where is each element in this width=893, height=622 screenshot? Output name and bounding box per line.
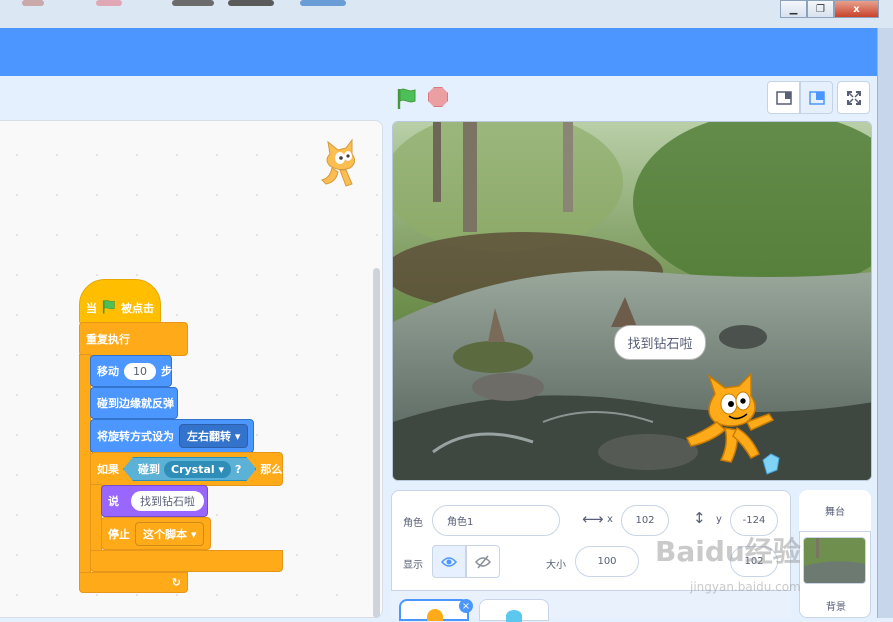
x-position-input[interactable]: 102 bbox=[621, 505, 669, 536]
stop-label: 停止 bbox=[108, 527, 130, 541]
steps-input[interactable]: 10 bbox=[124, 362, 156, 380]
close-button[interactable]: x bbox=[834, 0, 879, 18]
block-when-label: 当 bbox=[86, 302, 97, 315]
then-label: 那么 bbox=[260, 463, 283, 476]
menu-bar bbox=[0, 28, 877, 76]
rotation-style-dropdown[interactable]: 左右翻转 ▾ bbox=[179, 424, 249, 448]
size-input[interactable]: 100 bbox=[575, 546, 639, 577]
script-scrollbar[interactable] bbox=[373, 268, 380, 618]
window-frame bbox=[877, 28, 893, 618]
current-sprite-icon bbox=[316, 138, 364, 190]
hide-eye-icon[interactable] bbox=[466, 545, 500, 578]
visibility-toggle bbox=[432, 545, 500, 578]
taskbar-item bbox=[228, 0, 274, 6]
restore-icon[interactable]: ❐ bbox=[807, 0, 834, 18]
window-controls: ▁ ❐ x bbox=[780, 0, 879, 18]
stream-backdrop bbox=[393, 122, 871, 480]
taskbar-item bbox=[172, 0, 214, 6]
say-text-input[interactable]: 找到钻石啦 bbox=[131, 491, 204, 511]
small-stage-icon[interactable] bbox=[767, 81, 800, 114]
show-label: 显示 bbox=[403, 560, 423, 571]
loop-arrow-icon: ↻ bbox=[171, 576, 181, 589]
forever-label: 重复执行 bbox=[86, 333, 130, 346]
touching-block[interactable]: 碰到 Crystal ▾ ? bbox=[123, 457, 256, 481]
say-block[interactable]: 说 找到钻石啦 bbox=[101, 485, 208, 517]
fullscreen-icon[interactable] bbox=[837, 81, 870, 114]
green-flag-icon[interactable] bbox=[395, 87, 419, 111]
green-flag-icon bbox=[101, 299, 117, 318]
stage[interactable] bbox=[392, 121, 872, 481]
taskbar-item bbox=[96, 0, 122, 6]
speech-bubble: 找到钻石啦 bbox=[614, 325, 706, 360]
when-flag-clicked-block[interactable]: 当 被点击 bbox=[79, 279, 161, 325]
if-then-block[interactable]: 如果 碰到 Crystal ▾ ? 那么 bbox=[90, 452, 283, 486]
forever-block[interactable]: 重复执行 bbox=[79, 322, 188, 356]
set-rotation-style-block[interactable]: 将旋转方式设为 左右翻转 ▾ bbox=[90, 419, 254, 453]
backdrop-label: 背景 bbox=[826, 602, 846, 613]
stop-icon[interactable] bbox=[428, 87, 450, 109]
taskbar-item bbox=[22, 0, 44, 6]
say-label: 说 bbox=[108, 495, 119, 508]
move-label: 移动 bbox=[97, 365, 119, 378]
y-arrows-icon: ↕ bbox=[693, 509, 706, 527]
size-label: 大小 bbox=[546, 560, 566, 571]
sprite-name-input[interactable]: 角色1 bbox=[432, 505, 560, 536]
title-bar: ▁ ❐ x bbox=[0, 0, 893, 28]
crystal-thumbnail-icon bbox=[506, 610, 522, 622]
y-label: y bbox=[716, 514, 722, 525]
minimize-icon[interactable]: ▁ bbox=[780, 0, 807, 18]
if-label: 如果 bbox=[97, 463, 119, 476]
sprite-name-label: 角色 bbox=[403, 518, 423, 529]
y-position-input[interactable]: -124 bbox=[730, 505, 778, 536]
speech-text: 找到钻石啦 bbox=[627, 337, 693, 352]
move-steps-block[interactable]: 移动 10 步 bbox=[90, 355, 172, 387]
if-block-bottom bbox=[90, 550, 283, 572]
backdrop-thumbnail[interactable] bbox=[803, 537, 866, 584]
show-eye-icon[interactable] bbox=[432, 545, 466, 578]
stop-block[interactable]: 停止 这个脚本 ▾ bbox=[101, 517, 211, 550]
block-clicked-label: 被点击 bbox=[121, 302, 154, 315]
rotation-label: 将旋转方式设为 bbox=[97, 430, 174, 443]
stage-selector-title: 舞台 bbox=[799, 490, 871, 532]
direction-input[interactable]: 102 bbox=[730, 546, 778, 577]
cat-thumbnail-icon bbox=[427, 609, 443, 621]
stage-layout-toggle bbox=[767, 81, 870, 114]
x-arrows-icon: ⟷ bbox=[582, 510, 604, 528]
x-label: x bbox=[607, 514, 613, 525]
touching-target-dropdown[interactable]: Crystal ▾ bbox=[164, 461, 231, 478]
touching-label: 碰到 bbox=[138, 463, 160, 476]
touching-question: ? bbox=[235, 462, 242, 476]
steps-unit-label: 步 bbox=[161, 365, 172, 378]
stop-option-dropdown[interactable]: 这个脚本 ▾ bbox=[135, 521, 205, 546]
delete-sprite-icon[interactable]: × bbox=[459, 599, 473, 613]
bounce-block[interactable]: 碰到边缘就反弹 bbox=[90, 387, 178, 419]
normal-stage-icon[interactable] bbox=[800, 81, 833, 114]
forever-block-bottom: ↻ bbox=[79, 572, 188, 593]
bounce-label: 碰到边缘就反弹 bbox=[97, 397, 174, 410]
taskbar-item bbox=[300, 0, 346, 6]
